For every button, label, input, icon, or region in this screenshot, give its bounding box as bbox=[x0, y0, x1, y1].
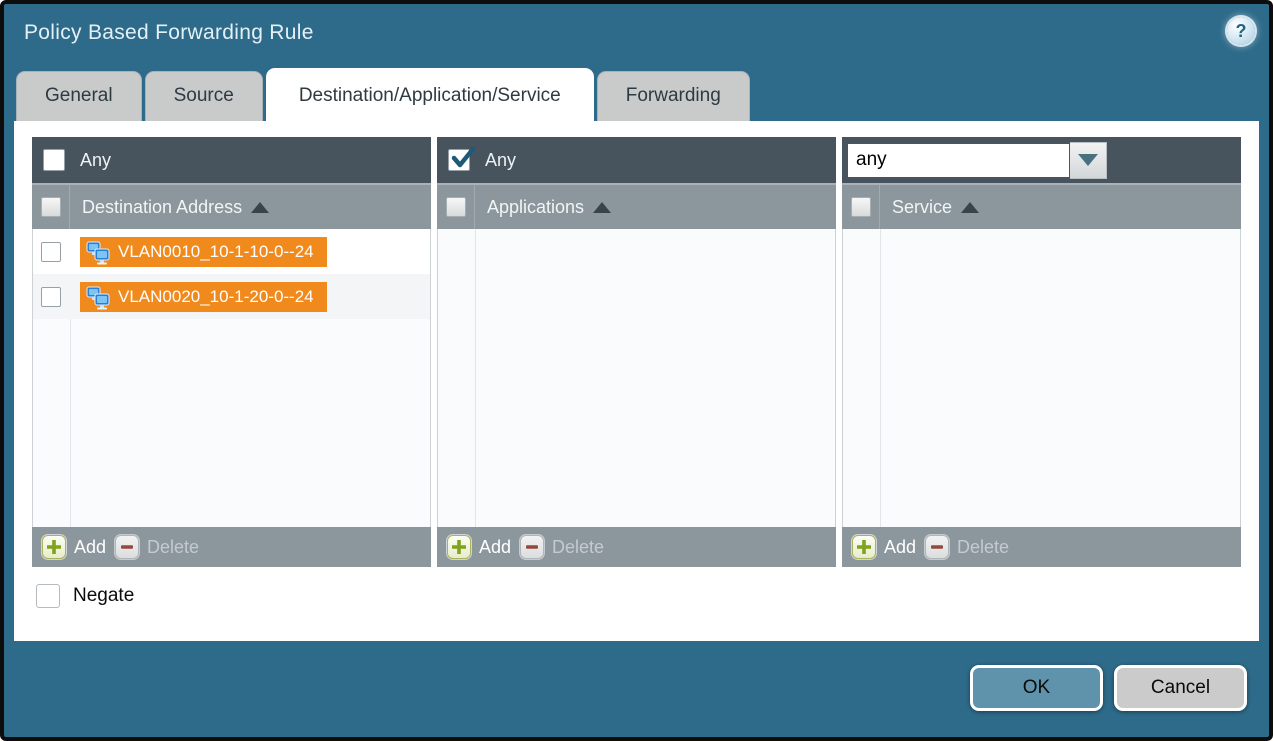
applications-delete-button[interactable]: Delete bbox=[520, 535, 604, 559]
service-column-header[interactable]: Service bbox=[842, 183, 1241, 229]
destination-any-label: Any bbox=[80, 150, 111, 171]
service-footer: Add Delete bbox=[842, 527, 1241, 567]
destination-column-label: Destination Address bbox=[82, 197, 242, 218]
tab-destination-application-service[interactable]: Destination/Application/Service bbox=[266, 68, 594, 121]
applications-add-button[interactable]: Add bbox=[447, 535, 511, 559]
applications-panel: Any Applications bbox=[437, 137, 836, 567]
delete-icon bbox=[925, 535, 949, 559]
destination-list: VLAN0010_10-1-10-0--24 bbox=[32, 229, 431, 527]
sort-asc-icon bbox=[961, 202, 979, 213]
service-column-label: Service bbox=[892, 197, 952, 218]
tab-forwarding[interactable]: Forwarding bbox=[597, 71, 750, 121]
destination-address-panel: Any Destination Address bbox=[32, 137, 431, 567]
service-panel: any Service bbox=[842, 137, 1241, 567]
add-icon bbox=[852, 535, 876, 559]
sort-asc-icon bbox=[593, 202, 611, 213]
destination-delete-button[interactable]: Delete bbox=[115, 535, 199, 559]
negate-row: Negate bbox=[36, 584, 1241, 608]
sort-asc-icon bbox=[251, 202, 269, 213]
service-add-button[interactable]: Add bbox=[852, 535, 916, 559]
destination-add-button[interactable]: Add bbox=[42, 535, 106, 559]
dialog-footer: OK Cancel bbox=[4, 641, 1269, 737]
destination-column-header[interactable]: Destination Address bbox=[32, 183, 431, 229]
applications-list bbox=[437, 229, 836, 527]
address-name: VLAN0010_10-1-10-0--24 bbox=[118, 242, 314, 262]
negate-checkbox[interactable] bbox=[36, 584, 60, 608]
delete-icon bbox=[115, 535, 139, 559]
negate-label: Negate bbox=[73, 585, 134, 607]
cancel-button[interactable]: Cancel bbox=[1114, 665, 1247, 711]
applications-any-checkbox[interactable] bbox=[448, 149, 470, 171]
address-chip[interactable]: VLAN0010_10-1-10-0--24 bbox=[80, 237, 327, 267]
service-dropdown-bar: any bbox=[842, 137, 1241, 183]
dialog-title: Policy Based Forwarding Rule bbox=[24, 21, 314, 45]
address-chip[interactable]: VLAN0020_10-1-20-0--24 bbox=[80, 282, 327, 312]
applications-column-label: Applications bbox=[487, 197, 584, 218]
service-list bbox=[842, 229, 1241, 527]
list-item[interactable]: VLAN0010_10-1-10-0--24 bbox=[33, 229, 430, 274]
destination-row-checkbox[interactable] bbox=[41, 242, 61, 262]
network-icon bbox=[85, 239, 111, 265]
policy-forwarding-dialog: Policy Based Forwarding Rule ? General S… bbox=[0, 0, 1273, 741]
network-icon bbox=[85, 284, 111, 310]
tab-general[interactable]: General bbox=[16, 71, 142, 121]
applications-any-label: Any bbox=[485, 150, 516, 171]
service-combobox: any bbox=[847, 142, 1107, 179]
service-dropdown-button[interactable] bbox=[1070, 142, 1107, 179]
destination-select-all-checkbox[interactable] bbox=[41, 197, 61, 217]
tab-source[interactable]: Source bbox=[145, 71, 263, 121]
destination-row-checkbox[interactable] bbox=[41, 287, 61, 307]
add-icon bbox=[42, 535, 66, 559]
address-name: VLAN0020_10-1-20-0--24 bbox=[118, 287, 314, 307]
ok-button[interactable]: OK bbox=[970, 665, 1103, 711]
applications-any-bar: Any bbox=[437, 137, 836, 183]
destination-any-checkbox[interactable] bbox=[43, 149, 65, 171]
tab-bar: General Source Destination/Application/S… bbox=[4, 62, 1269, 121]
destination-footer: Add Delete bbox=[32, 527, 431, 567]
tab-content: Any Destination Address bbox=[14, 121, 1259, 641]
destination-any-bar: Any bbox=[32, 137, 431, 183]
list-item[interactable]: VLAN0020_10-1-20-0--24 bbox=[33, 274, 430, 319]
help-icon[interactable]: ? bbox=[1227, 17, 1255, 45]
add-icon bbox=[447, 535, 471, 559]
chevron-down-icon bbox=[1078, 154, 1098, 166]
applications-column-header[interactable]: Applications bbox=[437, 183, 836, 229]
service-select-all-checkbox[interactable] bbox=[851, 197, 871, 217]
titlebar: Policy Based Forwarding Rule ? bbox=[4, 4, 1269, 62]
service-delete-button[interactable]: Delete bbox=[925, 535, 1009, 559]
applications-select-all-checkbox[interactable] bbox=[446, 197, 466, 217]
applications-footer: Add Delete bbox=[437, 527, 836, 567]
service-dropdown-value[interactable]: any bbox=[847, 143, 1070, 178]
delete-icon bbox=[520, 535, 544, 559]
